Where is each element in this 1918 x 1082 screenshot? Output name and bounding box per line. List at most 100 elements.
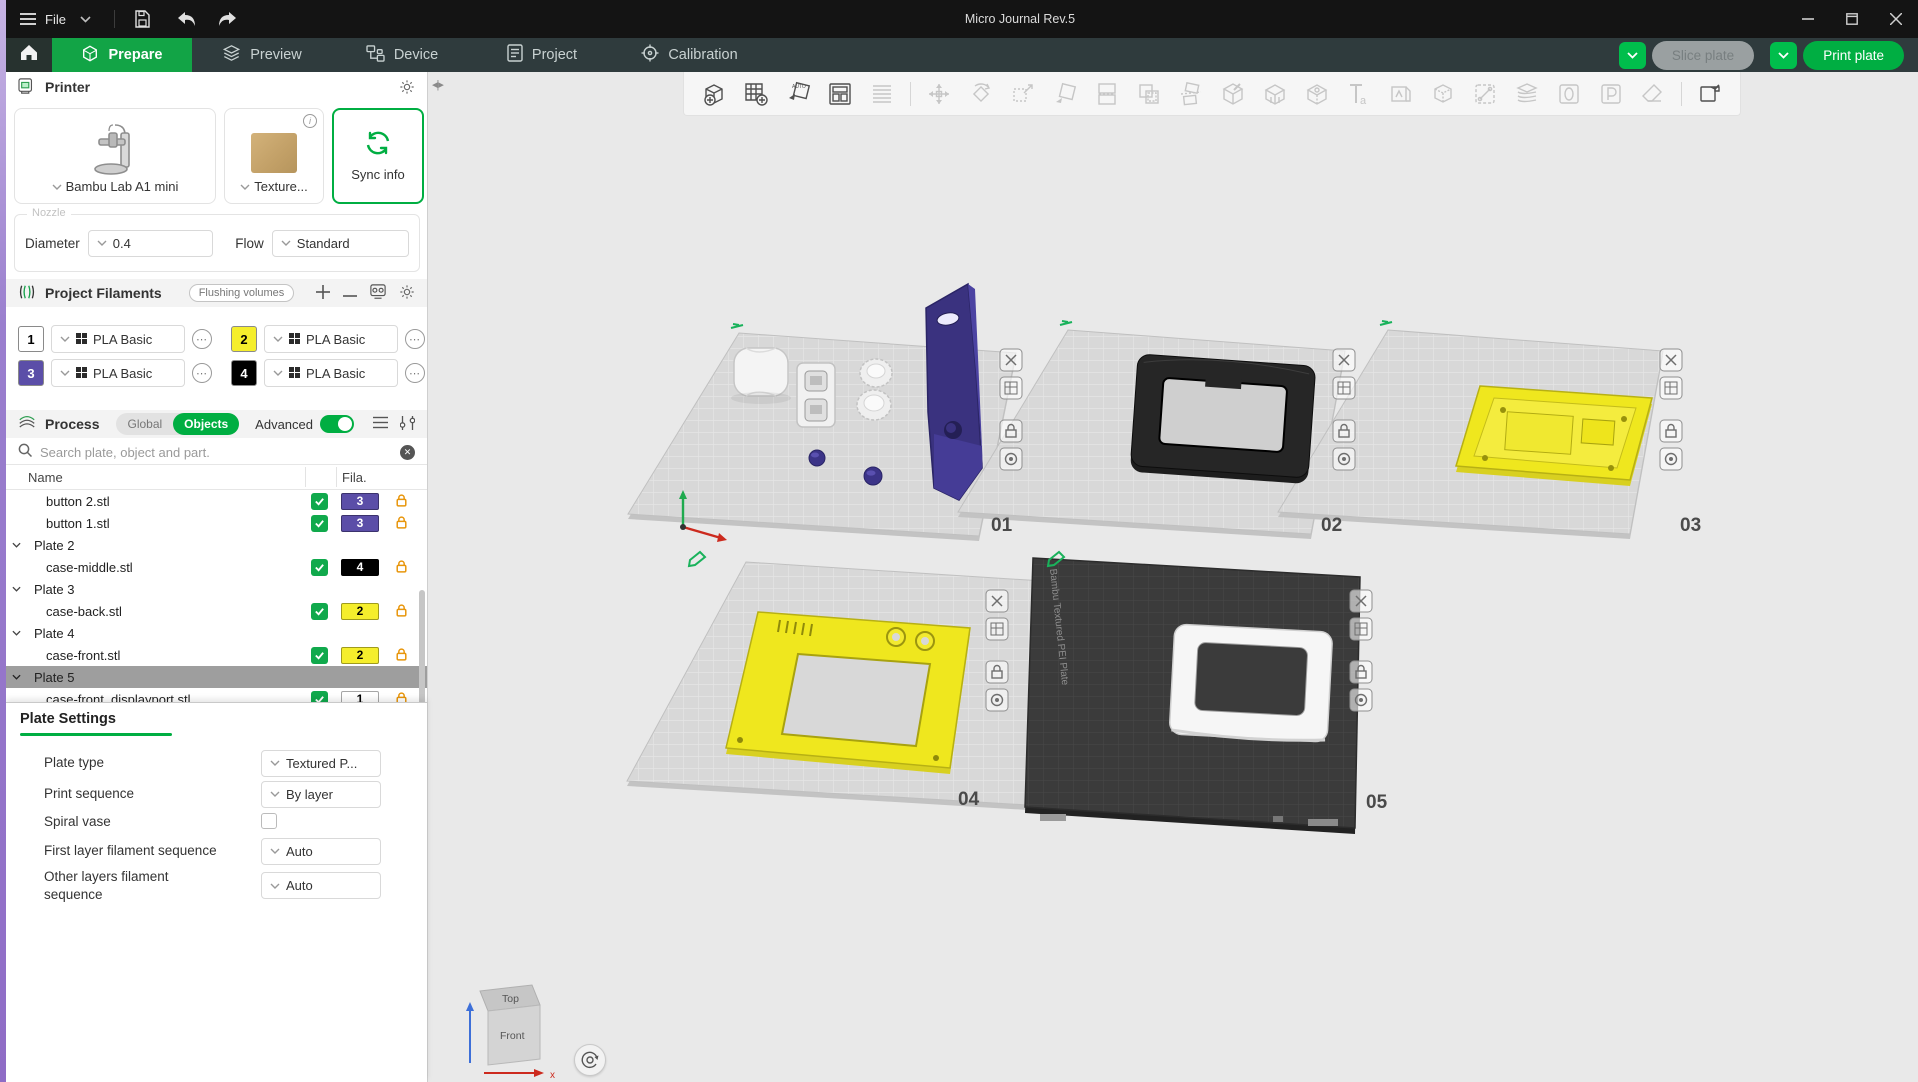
table-row-selected[interactable]: Plate 5 <box>6 666 427 688</box>
filament-4-more-button[interactable]: ⋯ <box>405 363 425 383</box>
visibility-checkbox[interactable] <box>311 646 328 664</box>
collapse-chevron-icon[interactable] <box>6 586 26 592</box>
minimize-button[interactable] <box>1786 0 1830 38</box>
filament-3-select[interactable]: PLA Basic <box>51 359 185 387</box>
object-purple-button[interactable] <box>863 466 883 486</box>
lock-icon[interactable] <box>394 603 410 619</box>
object-knob-cylinder[interactable] <box>859 358 893 388</box>
filament-settings-gear-icon[interactable] <box>399 284 415 303</box>
plate-settings-icon[interactable] <box>1332 376 1356 400</box>
table-row[interactable]: case-front.stl 2 <box>6 644 427 666</box>
visibility-checkbox[interactable] <box>311 492 328 510</box>
advanced-toggle[interactable] <box>320 415 354 433</box>
filament-3-swatch[interactable]: 3 <box>18 360 44 386</box>
object-purple-button[interactable] <box>808 449 826 467</box>
table-row[interactable]: Plate 2 <box>6 534 427 556</box>
edit-plate-name-icon[interactable] <box>730 323 744 329</box>
plate-settings-icon[interactable] <box>1659 376 1683 400</box>
table-row[interactable]: case-middle.stl 4 <box>6 556 427 578</box>
filament-4-swatch[interactable]: 4 <box>231 360 257 386</box>
lock-icon[interactable] <box>394 559 410 575</box>
object-case-middle[interactable] <box>1130 354 1316 484</box>
object-case-front-displayport[interactable] <box>1169 623 1333 743</box>
lock-icon[interactable] <box>394 515 410 531</box>
remove-filament-icon[interactable] <box>343 285 357 301</box>
segment-objects[interactable]: Objects <box>173 413 240 435</box>
slice-plate-button[interactable]: Slice plate <box>1651 40 1755 70</box>
plate-settings-icon[interactable] <box>999 376 1023 400</box>
spiral-vase-checkbox[interactable] <box>261 813 277 829</box>
print-options-chevron[interactable] <box>1770 41 1798 69</box>
plate-info-icon[interactable]: i <box>303 114 317 128</box>
object-case-front[interactable] <box>725 611 971 774</box>
table-row[interactable]: case-front_displayport.stl 1 <box>6 688 427 702</box>
table-row[interactable]: Plate 4 <box>6 622 427 644</box>
first-layer-sequence-select[interactable]: Auto <box>261 837 381 865</box>
filament-2-swatch[interactable]: 2 <box>231 326 257 352</box>
save-icon[interactable] <box>133 9 153 29</box>
undo-icon[interactable] <box>177 9 197 29</box>
edit-plate-name-icon[interactable] <box>1059 320 1073 326</box>
tab-preview[interactable]: Preview <box>192 38 332 72</box>
table-row[interactable]: button 2.stl 3 <box>6 490 427 512</box>
delete-plate-icon[interactable] <box>985 589 1009 613</box>
camera-orbit-button[interactable] <box>574 1044 606 1076</box>
sync-info-button[interactable]: Sync info <box>332 108 424 204</box>
filament-3-more-button[interactable]: ⋯ <box>192 363 212 383</box>
lock-plate-icon[interactable] <box>985 660 1009 684</box>
object-purple-bracket[interactable] <box>925 282 983 501</box>
delete-plate-icon[interactable] <box>999 348 1023 372</box>
build-plate-card[interactable]: i Texture... <box>224 108 324 204</box>
close-button[interactable] <box>1874 0 1918 38</box>
diameter-select[interactable]: 0.4 <box>87 229 214 257</box>
flow-select[interactable]: Standard <box>271 229 409 257</box>
plate-visibility-icon[interactable] <box>1659 447 1683 471</box>
navigation-cube[interactable]: Top Front x <box>458 975 568 1081</box>
scene-canvas[interactable]: Bambu Textured PEI Plate 01 02 03 04 05 <box>428 72 1918 1082</box>
printer-model-card[interactable]: Bambu Lab A1 mini <box>14 108 216 204</box>
plate-settings-icon[interactable] <box>985 617 1009 641</box>
lock-icon[interactable] <box>394 647 410 663</box>
tree-scrollbar[interactable] <box>419 590 425 702</box>
visibility-checkbox[interactable] <box>311 514 328 532</box>
file-menu[interactable]: File <box>18 9 66 29</box>
lock-plate-icon[interactable] <box>999 419 1023 443</box>
lock-plate-icon[interactable] <box>1349 660 1373 684</box>
lock-plate-icon[interactable] <box>1659 419 1683 443</box>
visibility-checkbox[interactable] <box>311 558 328 576</box>
delete-plate-icon[interactable] <box>1349 589 1373 613</box>
lock-icon[interactable] <box>394 691 410 702</box>
lock-plate-icon[interactable] <box>1332 419 1356 443</box>
home-button[interactable] <box>6 38 52 72</box>
filament-1-swatch[interactable]: 1 <box>18 326 44 352</box>
list-view-icon[interactable] <box>373 416 388 432</box>
lock-icon[interactable] <box>394 493 410 509</box>
tab-calibration[interactable]: Calibration <box>612 38 767 72</box>
printer-settings-gear-icon[interactable] <box>399 79 415 95</box>
delete-plate-icon[interactable] <box>1332 348 1356 372</box>
add-filament-icon[interactable] <box>316 284 330 302</box>
filament-badge[interactable]: 2 <box>341 602 379 620</box>
ams-sync-icon[interactable] <box>370 283 386 303</box>
plate-visibility-icon[interactable] <box>985 688 1009 712</box>
filament-badge[interactable]: 4 <box>341 558 379 576</box>
clear-search-icon[interactable]: ✕ <box>400 444 415 460</box>
object-bracket-part[interactable] <box>796 362 836 428</box>
filament-badge[interactable]: 1 <box>341 690 379 702</box>
filament-1-select[interactable]: PLA Basic <box>51 325 185 353</box>
tab-device[interactable]: Device <box>332 38 472 72</box>
maximize-button[interactable] <box>1830 0 1874 38</box>
print-sequence-select[interactable]: By layer <box>261 780 381 808</box>
filament-badge[interactable]: 3 <box>341 492 379 510</box>
segment-global[interactable]: Global <box>116 413 173 435</box>
delete-plate-icon[interactable] <box>1659 348 1683 372</box>
object-knob-cylinder[interactable] <box>856 389 892 421</box>
other-layers-sequence-select[interactable]: Auto <box>261 872 381 899</box>
filament-2-more-button[interactable]: ⋯ <box>405 329 425 349</box>
filament-badge[interactable]: 3 <box>341 514 379 532</box>
search-input[interactable] <box>40 444 392 460</box>
table-row[interactable]: case-back.stl 2 <box>6 600 427 622</box>
object-case-back[interactable] <box>1455 385 1653 486</box>
collapse-chevron-icon[interactable] <box>6 630 26 636</box>
viewport-3d[interactable]: ◂|▸ AUTO a Bambu Textured PEI Plate 01 0… <box>428 72 1918 1082</box>
